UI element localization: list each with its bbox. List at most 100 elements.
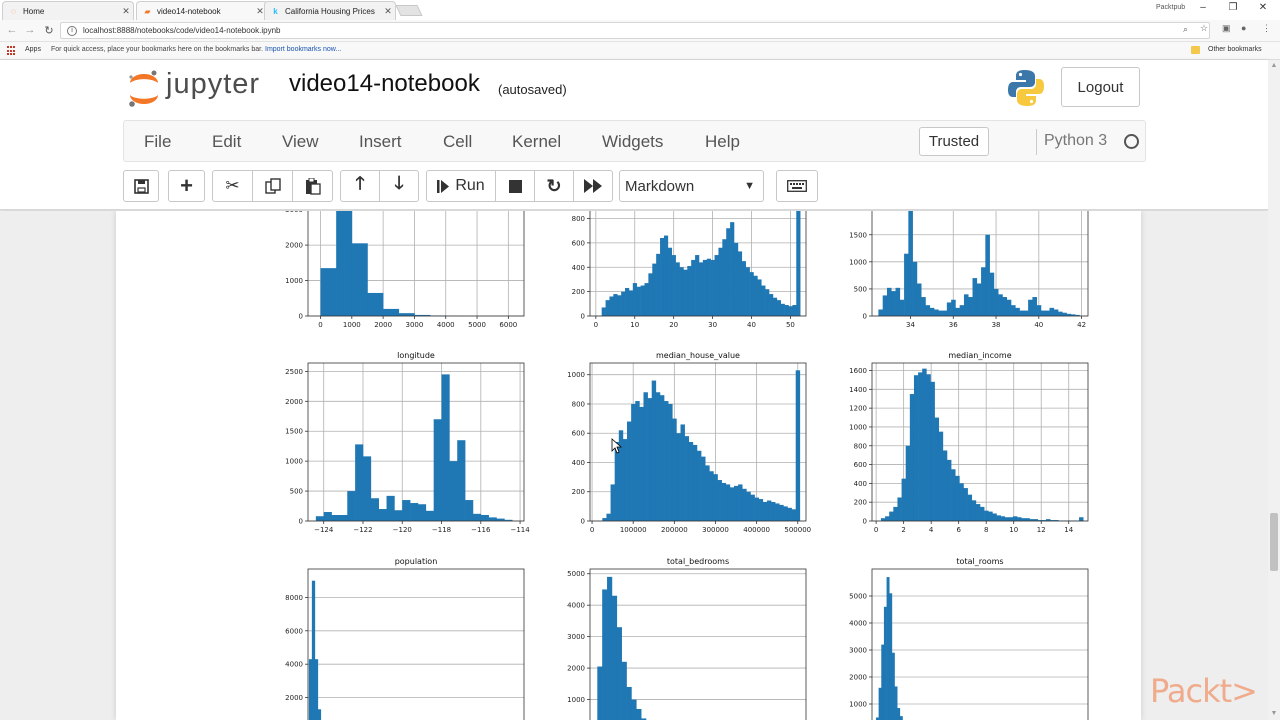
reload-icon[interactable]: ↻	[42, 24, 56, 37]
new-tab-button[interactable]	[395, 5, 423, 16]
y-tick-label: 1000	[285, 458, 303, 466]
logout-button[interactable]: Logout	[1061, 67, 1140, 107]
menu-file[interactable]: File	[144, 132, 171, 152]
restart-run-all-button[interactable]	[573, 170, 613, 202]
browser-tab-notebook[interactable]: ▰ video14-notebook ✕	[136, 1, 268, 20]
histogram-bar	[967, 494, 973, 521]
close-icon[interactable]: ✕	[119, 6, 133, 17]
x-tick-label: 50	[786, 321, 795, 329]
y-tick-label: 0	[863, 518, 867, 526]
apps-grid-icon[interactable]	[7, 46, 17, 56]
y-tick-label: 4000	[285, 661, 303, 669]
zoom-icon[interactable]: ⌕	[1183, 24, 1188, 35]
histogram-bar	[1000, 516, 1006, 521]
trusted-indicator[interactable]: Trusted	[919, 127, 989, 156]
menu-help[interactable]: Help	[705, 132, 740, 152]
x-tick-label: 4000	[437, 321, 455, 329]
back-arrow-icon[interactable]: ←	[5, 24, 19, 36]
jupyter-wordmark: jupyter	[166, 68, 261, 100]
interrupt-button[interactable]	[495, 170, 535, 202]
apps-link[interactable]: Apps	[25, 46, 41, 53]
bookmark-star-icon[interactable]: ☆	[1200, 23, 1208, 34]
histogram-bar	[972, 278, 978, 316]
y-tick-label: 500	[290, 488, 303, 496]
histogram-bar	[602, 589, 608, 720]
histogram-bar	[1045, 310, 1050, 316]
import-bookmarks-link[interactable]: Import bookmarks now...	[265, 46, 341, 53]
run-button[interactable]: Run	[426, 170, 496, 202]
command-palette-button[interactable]	[776, 170, 818, 202]
kernel-name[interactable]: Python 3	[1044, 132, 1107, 150]
close-icon[interactable]: ✕	[381, 6, 395, 17]
menu-kernel[interactable]: Kernel	[512, 132, 561, 152]
move-up-button[interactable]: 🡑	[340, 170, 380, 202]
histogram-bar	[323, 512, 332, 521]
histogram-bar	[1008, 517, 1014, 521]
insert-cell-button[interactable]: +	[168, 170, 205, 202]
window-close-icon[interactable]: ✕	[1253, 2, 1273, 13]
y-tick-label: 0	[581, 313, 585, 321]
x-tick-label: 400000	[743, 526, 770, 534]
y-tick-label: 1200	[849, 405, 867, 413]
scissors-icon: ✂	[225, 176, 240, 195]
extension-icon[interactable]: ▣	[1222, 23, 1231, 34]
restart-button[interactable]: ↻	[534, 170, 574, 202]
url-text: localhost:8888/notebooks/code/video14-no…	[83, 26, 281, 35]
histogram-bar	[647, 398, 653, 521]
forward-arrow-icon[interactable]: →	[23, 24, 37, 36]
scroll-thumb[interactable]	[1270, 513, 1278, 571]
cell-type-select[interactable]: Markdown ▼	[619, 170, 764, 202]
histogram-bar	[908, 211, 913, 316]
menu-cell[interactable]: Cell	[443, 132, 472, 152]
y-tick-label: 1500	[285, 428, 303, 436]
restore-icon[interactable]: ❐	[1223, 2, 1243, 13]
histogram-bar	[1025, 518, 1030, 521]
x-tick-label: 200000	[661, 526, 688, 534]
menu-insert[interactable]: Insert	[359, 132, 402, 152]
menu-dots-icon[interactable]: ⋮	[1262, 23, 1271, 34]
page-scrollbar[interactable]: ▲ ▼	[1268, 60, 1280, 720]
histogram-plot: 0 500 1000 1500 2000 2500 −124 −122 −120 −118 −116…	[285, 351, 530, 534]
menu-widgets[interactable]: Widgets	[602, 132, 663, 152]
save-button[interactable]	[123, 170, 159, 202]
menu-edit[interactable]: Edit	[212, 132, 241, 152]
url-field[interactable]: i localhost:8888/notebooks/code/video14-…	[60, 22, 1210, 39]
y-tick-label: 1000	[567, 371, 585, 379]
scroll-up-arrow-icon[interactable]: ▲	[1268, 60, 1280, 72]
histogram-bar	[644, 283, 649, 316]
histogram-bar	[1058, 311, 1063, 316]
extension-circle-icon[interactable]: ●	[1241, 23, 1246, 33]
histogram-bar	[717, 480, 722, 521]
x-tick-label: 2000	[374, 321, 392, 329]
other-bookmarks-link[interactable]: Other bookmarks	[1208, 46, 1262, 53]
histogram-bar	[1028, 299, 1033, 316]
histogram-bar	[930, 381, 935, 521]
browser-tab-kaggle[interactable]: k California Housing Prices ✕	[264, 1, 396, 20]
jupyter-logo-icon[interactable]	[127, 68, 161, 108]
histogram-bar	[897, 497, 902, 521]
notebook-name[interactable]: video14-notebook	[289, 70, 480, 98]
x-tick-label: 0	[594, 321, 598, 329]
info-icon[interactable]: i	[67, 25, 77, 36]
histogram-bar	[883, 606, 887, 720]
y-tick-label: 2000	[285, 694, 303, 702]
paste-button[interactable]	[292, 170, 333, 202]
copy-button[interactable]	[252, 170, 293, 202]
histogram-bar	[640, 285, 645, 316]
x-tick-label: 0	[318, 321, 322, 329]
histogram-bar	[1049, 307, 1055, 316]
bookmarks-hint: For quick access, place your bookmarks h…	[51, 46, 341, 53]
minimize-icon[interactable]: –	[1193, 2, 1213, 13]
histogram-bar	[688, 442, 694, 521]
histogram-bar	[734, 485, 739, 521]
histogram-bar	[636, 708, 642, 720]
scroll-down-arrow-icon[interactable]: ▼	[1268, 708, 1280, 720]
menu-view[interactable]: View	[282, 132, 319, 152]
histogram-bar	[746, 491, 751, 521]
move-down-button[interactable]: 🡓	[379, 170, 419, 202]
profile-name[interactable]: Packtpub	[1156, 4, 1185, 11]
cut-button[interactable]: ✂	[212, 170, 253, 202]
browser-tab-home[interactable]: ◌ Home ✕	[2, 1, 134, 20]
histogram-bar	[784, 305, 789, 316]
histogram-bar	[771, 501, 776, 521]
